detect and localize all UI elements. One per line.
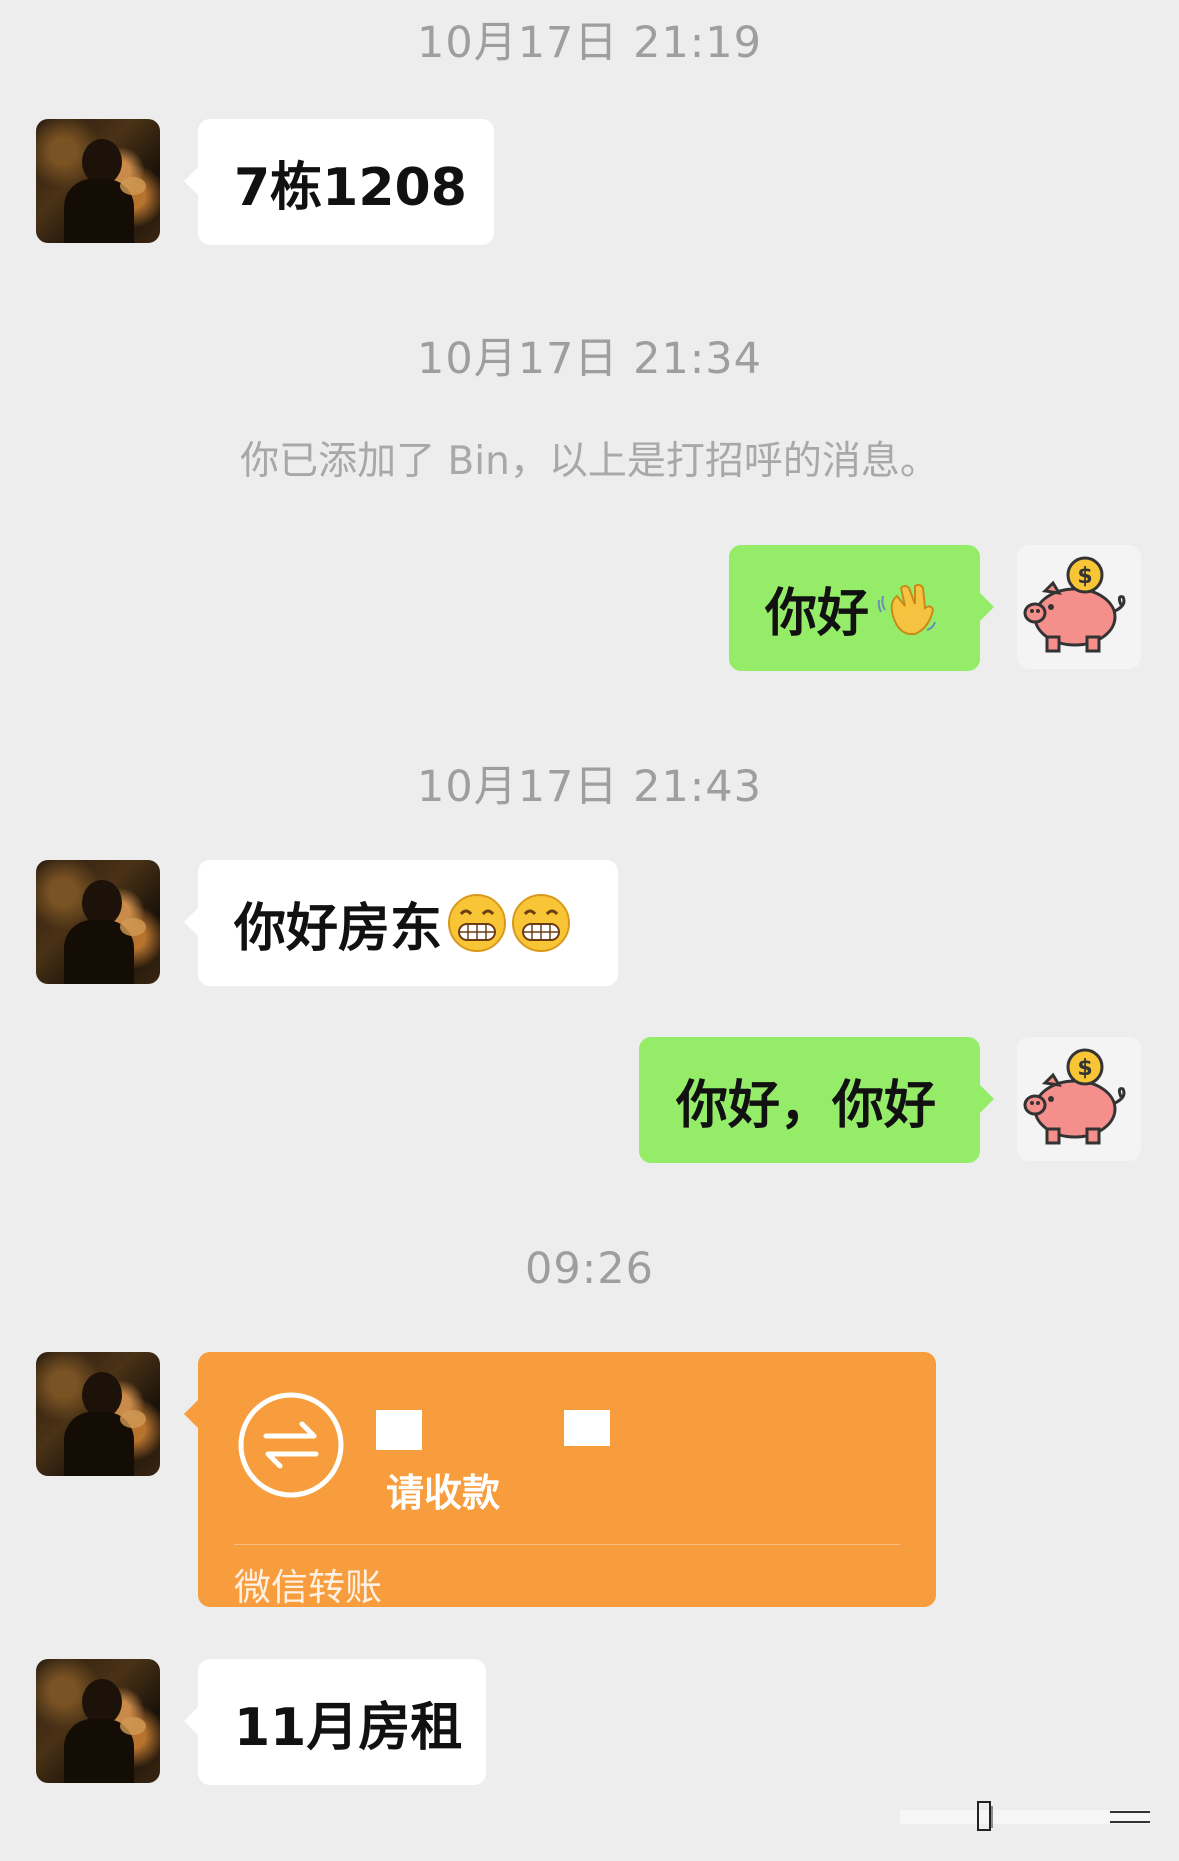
- message-bubble-incoming[interactable]: 你好房东: [184, 860, 618, 986]
- timestamp: 10月17日 21:43: [416, 762, 763, 812]
- user-avatar[interactable]: $: [1017, 545, 1141, 669]
- timestamp: 09:26: [525, 1244, 654, 1294]
- svg-text:$: $: [1077, 1056, 1092, 1081]
- redacted-amount-block: [376, 1410, 422, 1450]
- message-bubble-incoming[interactable]: 7栋1208: [184, 119, 494, 245]
- transfer-label: 请收款: [386, 1471, 501, 1515]
- user-avatar[interactable]: $: [1017, 1037, 1141, 1161]
- message-text: 7栋1208: [234, 157, 467, 218]
- message-text: 11月房租: [234, 1697, 463, 1758]
- message-bubble-incoming[interactable]: 11月房租: [184, 1659, 486, 1785]
- divider: [234, 1544, 900, 1545]
- piggy-bank-icon: $: [1023, 1048, 1126, 1145]
- svg-text:$: $: [1077, 564, 1092, 589]
- contact-avatar[interactable]: [36, 860, 160, 984]
- grinning-face-icon: [512, 894, 571, 952]
- system-notice: 你已添加了 Bin，以上是打招呼的消息。: [240, 439, 939, 484]
- grinning-face-icon: [448, 894, 507, 952]
- waving-hand-icon: [877, 583, 936, 636]
- message-text: 你好，你好: [676, 1075, 937, 1136]
- contact-avatar[interactable]: [36, 1659, 160, 1783]
- contact-avatar[interactable]: [36, 119, 160, 243]
- message-bubble-outgoing[interactable]: 你好: [729, 545, 994, 671]
- transfer-arrows-icon: [238, 1392, 344, 1498]
- message-text: 你好: [765, 583, 870, 644]
- transfer-footer: 微信转账: [234, 1566, 382, 1609]
- watermark-logo: [900, 1801, 1150, 1831]
- redacted-amount-block: [564, 1410, 610, 1446]
- message-text: 你好房东: [234, 898, 443, 959]
- transfer-card[interactable]: 请收款 微信转账: [184, 1352, 936, 1609]
- message-bubble-outgoing[interactable]: 你好，你好: [639, 1037, 994, 1163]
- timestamp: 10月17日 21:34: [416, 334, 763, 384]
- contact-avatar[interactable]: [36, 1352, 160, 1476]
- piggy-bank-icon: $: [1023, 556, 1126, 653]
- timestamp: 10月17日 21:19: [416, 18, 763, 68]
